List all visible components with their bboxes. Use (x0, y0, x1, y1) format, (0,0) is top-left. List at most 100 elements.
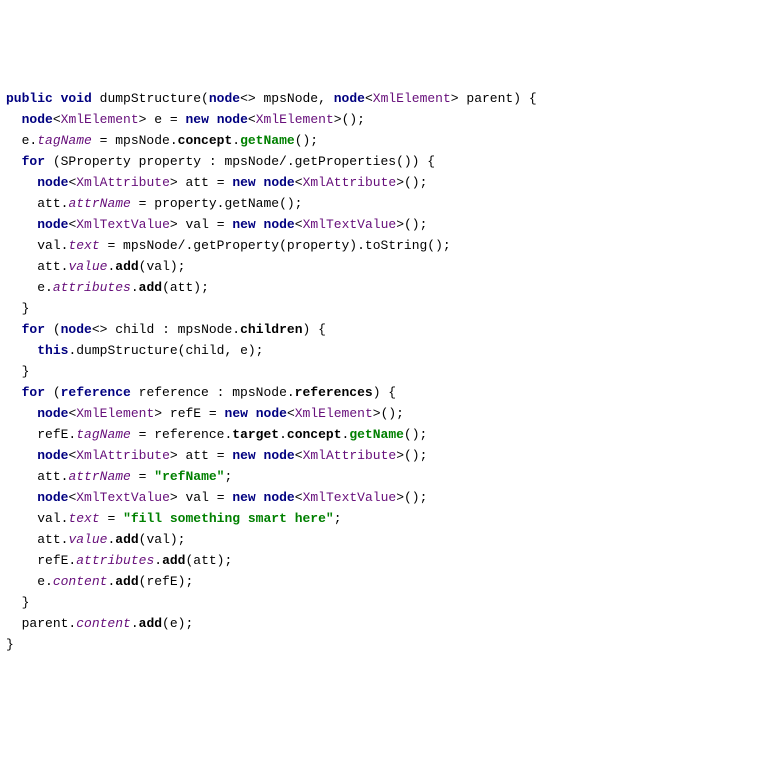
new-node: new node (186, 112, 248, 127)
code-line: } (6, 364, 29, 379)
type-keyword: node (22, 112, 53, 127)
type-keyword: node (37, 175, 68, 190)
type-keyword: node (334, 91, 365, 106)
field: value (68, 532, 107, 547)
code-block: public void dumpStructure(node<> mpsNode… (6, 88, 756, 655)
code-line: node<XmlTextValue> val = new node<XmlTex… (6, 490, 427, 505)
type-name: XmlElement (373, 91, 451, 106)
parens: (); (342, 112, 365, 127)
field: tagName (76, 427, 131, 442)
var-decl: att = (186, 175, 225, 190)
code-line: node<XmlAttribute> att = new node<XmlAtt… (6, 175, 427, 190)
code-line: att.attrName = property.getName(); (6, 196, 303, 211)
getname: getName (240, 133, 295, 148)
type-keyword: node (37, 448, 68, 463)
field: content (76, 616, 131, 631)
type-keyword: node (37, 217, 68, 232)
code-line: this.dumpStructure(child, e); (6, 343, 263, 358)
type-keyword: node (37, 406, 68, 421)
reference-keyword: reference (61, 385, 131, 400)
keyword: public void (6, 91, 92, 106)
string-literal: "refName" (154, 469, 224, 484)
type-name: XmlElement (295, 406, 373, 421)
field: attrName (68, 469, 130, 484)
code-line: node<XmlElement> refE = new node<XmlElem… (6, 406, 404, 421)
code-line: val.text = "fill something smart here"; (6, 511, 342, 526)
code-line: node<XmlTextValue> val = new node<XmlTex… (6, 217, 427, 232)
new-node: new node (232, 490, 294, 505)
field: attributes (53, 280, 131, 295)
code-line: att.attrName = "refName"; (6, 469, 232, 484)
code-line: refE.tagName = reference.target.concept.… (6, 427, 427, 442)
new-node: new node (232, 217, 294, 232)
code-line: } (6, 595, 29, 610)
member: concept (178, 133, 233, 148)
brace: } (22, 364, 30, 379)
field: text (68, 511, 99, 526)
member: add (115, 574, 138, 589)
field: text (68, 238, 99, 253)
member: add (115, 532, 138, 547)
code-line: node<XmlAttribute> att = new node<XmlAtt… (6, 448, 427, 463)
string-literal: "fill something smart here" (123, 511, 334, 526)
type-name: XmlAttribute (303, 175, 397, 190)
type-name: XmlTextValue (76, 490, 170, 505)
field: attributes (76, 553, 154, 568)
type-name: XmlElement (256, 112, 334, 127)
type-name: XmlAttribute (76, 448, 170, 463)
brace: } (22, 595, 30, 610)
member: concept (287, 427, 342, 442)
for-keyword: for (22, 322, 45, 337)
code-line: att.value.add(val); (6, 532, 185, 547)
new-node: new node (225, 406, 287, 421)
expr: e. (22, 133, 38, 148)
code-line: val.text = mpsNode/.getProperty(property… (6, 238, 451, 253)
this-keyword: this (37, 343, 68, 358)
bracket: < (365, 91, 373, 106)
member: add (139, 616, 162, 631)
code-line: refE.attributes.add(att); (6, 553, 232, 568)
method-name: dumpStructure( (100, 91, 209, 106)
var-decl: e = (154, 112, 177, 127)
code-line: } (6, 301, 29, 316)
getname: getName (349, 427, 404, 442)
code-line: for (SProperty property : mpsNode/.getPr… (6, 154, 435, 169)
new-node: new node (232, 448, 294, 463)
param: mpsNode, (264, 91, 326, 106)
new-node: new node (232, 175, 294, 190)
member: add (139, 280, 162, 295)
code-line: } (6, 637, 14, 652)
brace: } (22, 301, 30, 316)
code-line: for (node<> child : mpsNode.children) { (6, 322, 326, 337)
code-line: parent.content.add(e); (6, 616, 193, 631)
type-keyword: node (37, 490, 68, 505)
type-name: XmlAttribute (76, 175, 170, 190)
field: content (53, 574, 108, 589)
type-name: XmlElement (61, 112, 139, 127)
expr: = mpsNode. (92, 133, 178, 148)
type-name: XmlTextValue (76, 217, 170, 232)
type-keyword: node (209, 91, 240, 106)
code-line: e.content.add(refE); (6, 574, 193, 589)
type-name: XmlTextValue (303, 490, 397, 505)
field: attrName (68, 196, 130, 211)
code-line: public void dumpStructure(node<> mpsNode… (6, 91, 537, 106)
code-line: att.value.add(val); (6, 259, 185, 274)
type-name: XmlAttribute (303, 448, 397, 463)
member: children (240, 322, 302, 337)
member: references (295, 385, 373, 400)
for-keyword: for (22, 154, 45, 169)
brace: } (6, 637, 14, 652)
bracket: > (451, 91, 459, 106)
code-line: e.tagName = mpsNode.concept.getName(); (6, 133, 318, 148)
param: parent) { (466, 91, 536, 106)
type-name: XmlTextValue (303, 217, 397, 232)
field: value (68, 259, 107, 274)
code-line: node<XmlElement> e = new node<XmlElement… (6, 112, 365, 127)
member: add (162, 553, 185, 568)
code-line: e.attributes.add(att); (6, 280, 209, 295)
generic-empty: <> (240, 91, 256, 106)
type-name: XmlElement (76, 406, 154, 421)
member: add (115, 259, 138, 274)
field: tagName (37, 133, 92, 148)
